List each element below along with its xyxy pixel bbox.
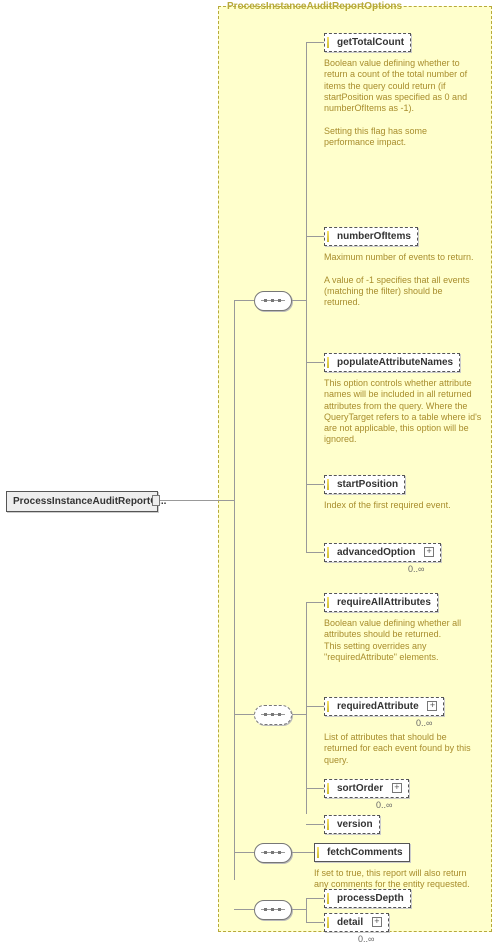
element-detail[interactable]: detail + <box>324 913 389 932</box>
element-processDepth[interactable]: processDepth <box>324 889 411 908</box>
element-requireAllAttributes[interactable]: requireAllAttributes <box>324 593 438 612</box>
compositor-sequence-1[interactable] <box>254 291 292 311</box>
element-populateAttributeNames[interactable]: populateAttributeNames <box>324 353 460 372</box>
element-advancedOption[interactable]: advancedOption + <box>324 543 441 562</box>
root-notch-icon <box>152 495 160 506</box>
expand-icon[interactable]: + <box>392 783 402 793</box>
element-desc: This option controls whether attribute n… <box>324 378 486 446</box>
connector <box>306 706 324 707</box>
cardinality: 0..∞ <box>376 800 392 810</box>
diagram-canvas: ProcessInstanceAuditReportOptions Proces… <box>0 0 503 942</box>
element-label: advancedOption <box>331 547 415 558</box>
element-desc: If set to true, this report will also re… <box>314 868 480 891</box>
element-label: startPosition <box>331 479 398 490</box>
connector <box>234 300 254 301</box>
connector <box>160 500 234 501</box>
connector <box>306 42 324 43</box>
element-startPosition[interactable]: startPosition <box>324 475 405 494</box>
element-label: populateAttributeNames <box>331 357 453 368</box>
expand-icon[interactable]: + <box>372 917 382 927</box>
compositor-sequence-2[interactable] <box>254 705 292 725</box>
connector <box>234 714 254 715</box>
element-label: getTotalCount <box>331 37 404 48</box>
element-version[interactable]: version <box>324 815 380 834</box>
element-requiredAttribute[interactable]: requiredAttribute + <box>324 697 444 716</box>
connector <box>306 484 324 485</box>
element-label: version <box>331 819 373 830</box>
element-label: detail <box>331 917 363 928</box>
cardinality: 0..∞ <box>358 934 374 944</box>
cardinality: 0..∞ <box>416 718 432 728</box>
connector <box>306 824 324 825</box>
connector <box>306 898 307 922</box>
connector <box>234 852 254 853</box>
connector <box>234 909 254 910</box>
element-label: requireAllAttributes <box>331 597 431 608</box>
element-label: numberOfItems <box>331 231 411 242</box>
element-label: fetchComments <box>321 847 403 858</box>
connector <box>234 300 235 880</box>
element-fetchComments[interactable]: fetchComments <box>314 843 410 862</box>
connector <box>306 602 307 814</box>
expand-icon[interactable]: + <box>427 701 437 711</box>
connector <box>306 922 324 923</box>
root-type-box[interactable]: ProcessInstanceAuditReportO... <box>6 491 158 512</box>
element-desc: Maximum number of events to return. A va… <box>324 252 479 308</box>
compositor-sequence-3[interactable] <box>254 843 292 863</box>
element-getTotalCount[interactable]: getTotalCount <box>324 33 411 52</box>
element-label: requiredAttribute <box>331 701 419 712</box>
connector <box>306 552 324 553</box>
connector <box>306 788 324 789</box>
element-desc: List of attributes that should be return… <box>324 732 479 766</box>
panel-title: ProcessInstanceAuditReportOptions <box>227 1 402 12</box>
connector <box>306 42 307 552</box>
element-label: sortOrder <box>331 783 383 794</box>
element-sortOrder[interactable]: sortOrder + <box>324 779 409 798</box>
connector <box>306 362 324 363</box>
connector <box>292 714 306 715</box>
connector <box>306 236 324 237</box>
element-numberOfItems[interactable]: numberOfItems <box>324 227 418 246</box>
compositor-sequence-4[interactable] <box>254 900 292 920</box>
connector <box>292 909 306 910</box>
element-label: processDepth <box>331 893 404 904</box>
element-desc: Boolean value defining whether to return… <box>324 58 479 148</box>
connector <box>306 898 324 899</box>
cardinality: 0..∞ <box>408 564 424 574</box>
expand-icon[interactable]: + <box>424 547 434 557</box>
root-type-label: ProcessInstanceAuditReportO... <box>13 496 166 507</box>
connector <box>306 602 324 603</box>
element-desc: Boolean value defining whether all attri… <box>324 618 479 663</box>
connector <box>292 852 314 853</box>
connector <box>292 300 306 301</box>
element-desc: Index of the first required event. <box>324 500 479 511</box>
